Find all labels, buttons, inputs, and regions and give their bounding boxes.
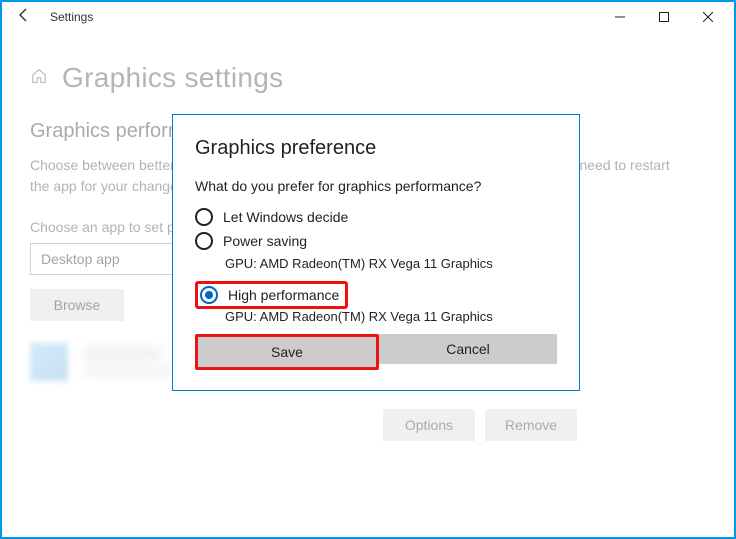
radio-label: Let Windows decide [223, 209, 348, 225]
radio-label: Power saving [223, 233, 307, 249]
radio-icon [200, 286, 218, 304]
radio-icon [195, 208, 213, 226]
radio-power-saving[interactable]: Power saving [195, 232, 557, 250]
dialog-question: What do you prefer for graphics performa… [195, 178, 557, 194]
radio-subtext: GPU: AMD Radeon(TM) RX Vega 11 Graphics [225, 309, 557, 324]
radio-high-performance[interactable]: High performance [195, 281, 348, 309]
back-button[interactable] [6, 7, 42, 28]
dialog-title: Graphics preference [195, 137, 557, 160]
radio-let-windows-decide[interactable]: Let Windows decide [195, 208, 557, 226]
settings-window: Settings Graphics settings Graphics perf… [0, 0, 736, 539]
radio-label: High performance [228, 287, 339, 303]
titlebar: Settings [2, 2, 734, 32]
maximize-button[interactable] [642, 3, 686, 31]
save-highlight: Save [195, 334, 379, 370]
window-title: Settings [50, 10, 93, 24]
radio-icon [195, 232, 213, 250]
cancel-button[interactable]: Cancel [379, 334, 557, 364]
save-button[interactable]: Save [198, 337, 376, 367]
graphics-preference-dialog: Graphics preference What do you prefer f… [172, 114, 580, 391]
close-button[interactable] [686, 3, 730, 31]
minimize-button[interactable] [598, 3, 642, 31]
radio-subtext: GPU: AMD Radeon(TM) RX Vega 11 Graphics [225, 256, 557, 271]
